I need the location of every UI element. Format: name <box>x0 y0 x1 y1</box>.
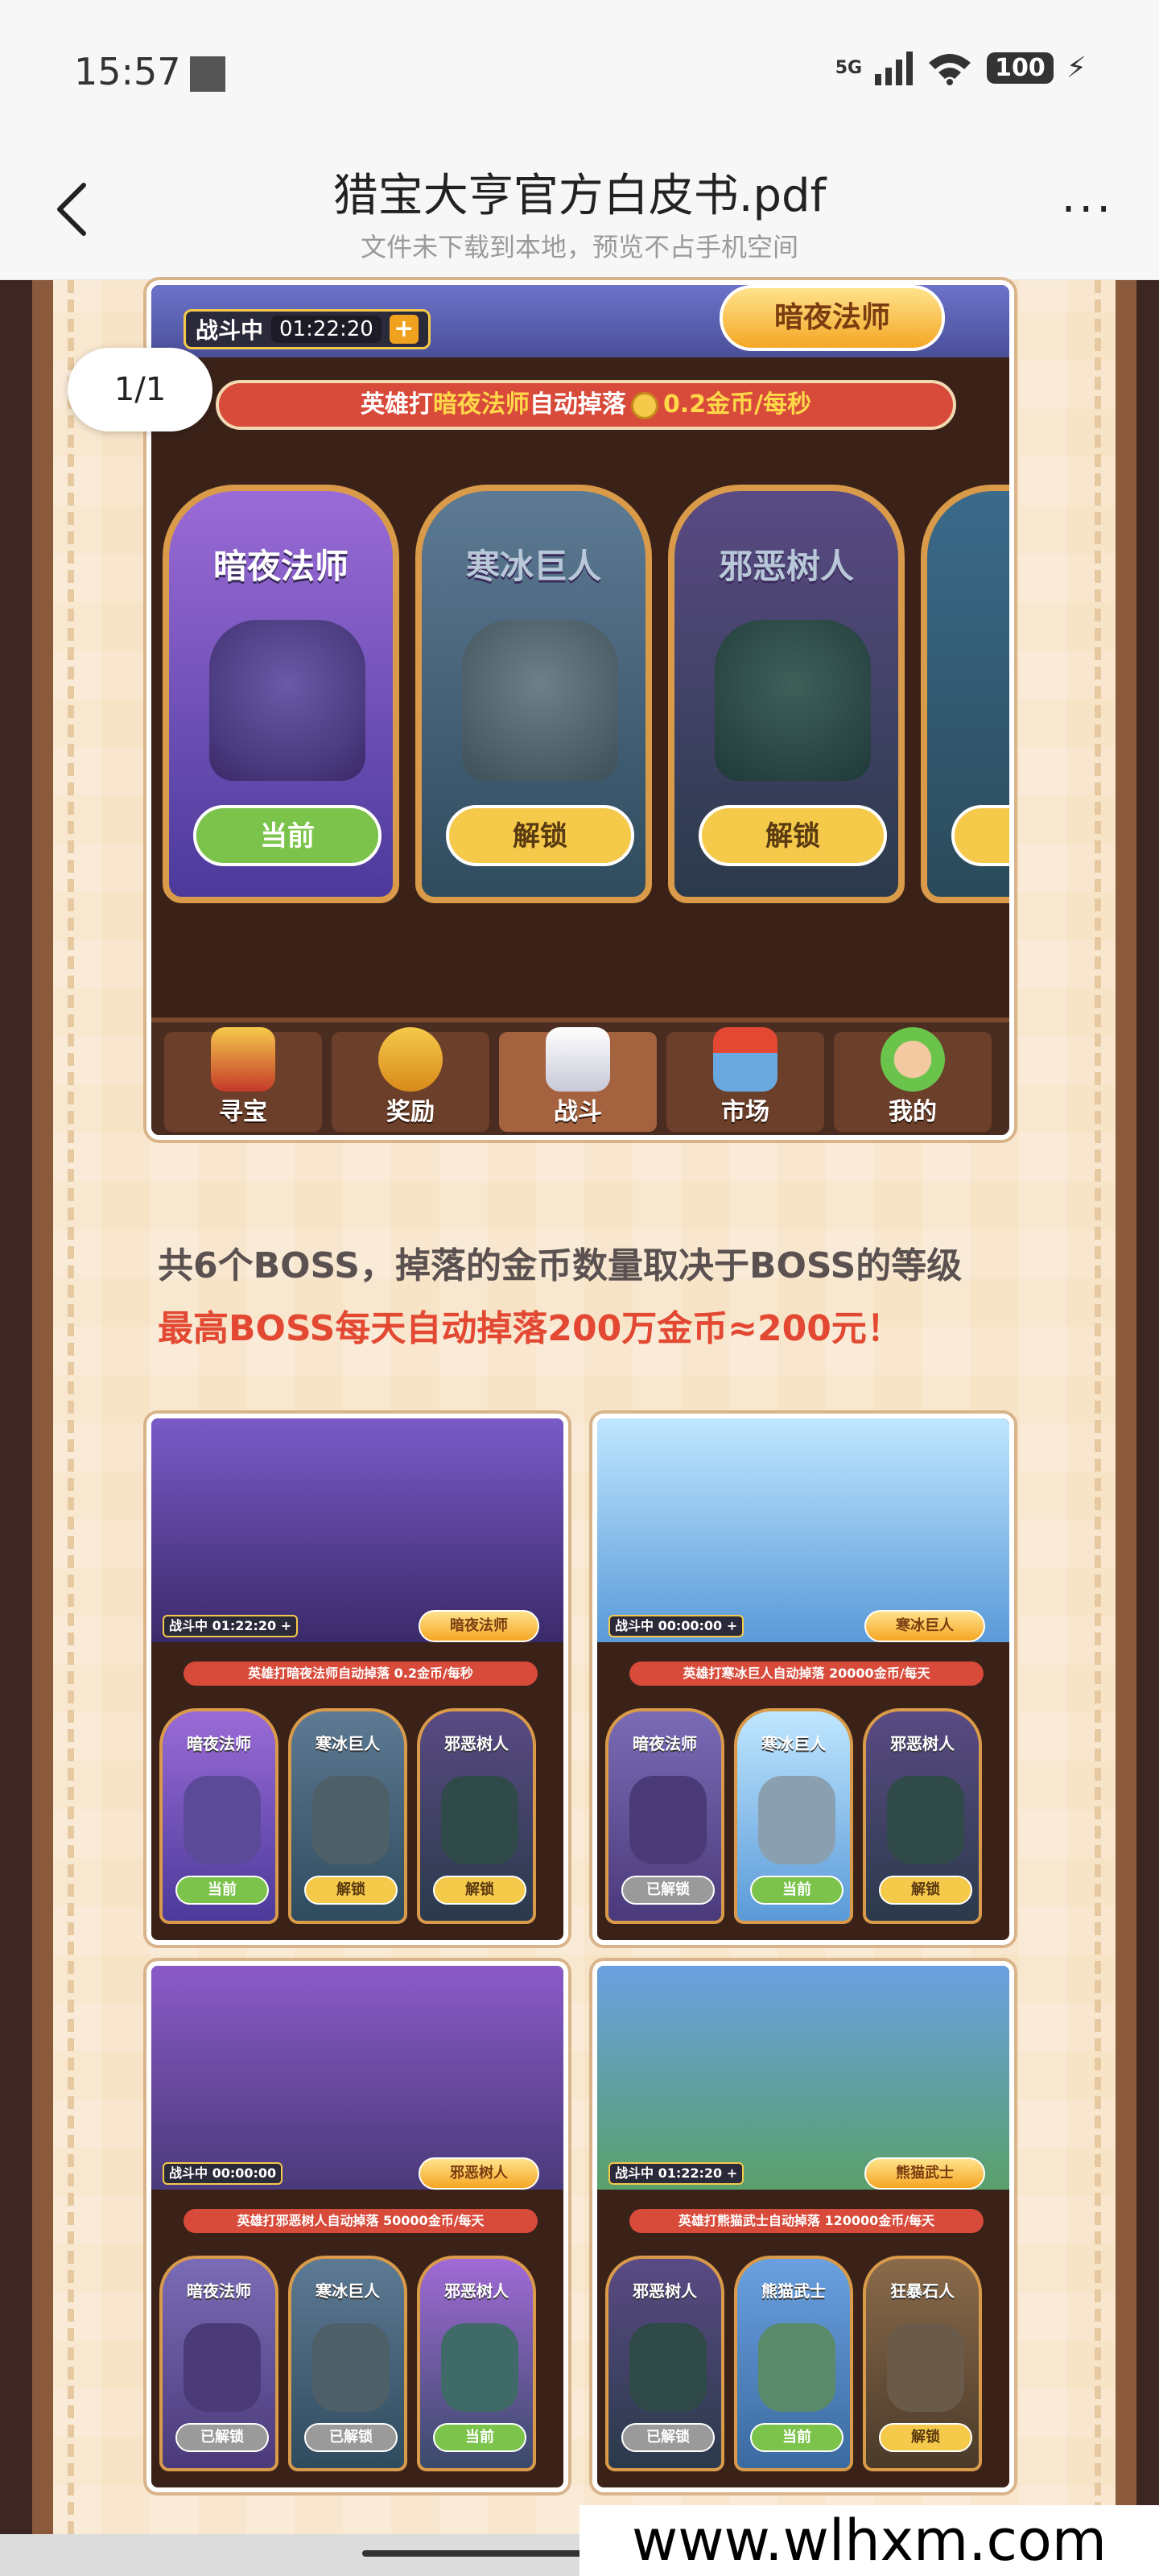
coin-icon <box>630 391 658 419</box>
boss-screenshot: 战斗中 00:00:00 邪恶树人 英雄打邪恶树人自动掉落 50000金币/每天… <box>146 1961 568 2492</box>
boss-info-text: 共6个BOSS，掉落的金币数量取决于BOSS的等级 <box>158 1245 963 1286</box>
unlock-button[interactable]: 解锁 <box>446 805 634 866</box>
nav-reward[interactable]: 奖励 <box>332 1027 489 1132</box>
boss-card: 熊猫武士 当前 <box>734 2256 853 2471</box>
watermark-text: www.wlhxm.com <box>580 2505 1159 2576</box>
bolt-icon: ⚡ <box>1066 51 1087 85</box>
document-title: 猎宝大亨官方白皮书.pdf <box>332 170 827 222</box>
battle-scene-image <box>151 1418 563 1642</box>
battle-timer: 01:22:20 <box>271 316 382 343</box>
battery-level: 100 <box>987 52 1054 84</box>
unlock-button[interactable] <box>951 805 1009 866</box>
boss-card: 邪恶树人 解锁 <box>417 1708 536 1924</box>
more-options-icon[interactable]: ··· <box>1062 184 1114 236</box>
status-indicators: 5G 100 ⚡ <box>835 50 1087 85</box>
tree-ent-image <box>715 620 871 781</box>
boss-card: 寒冰巨人 解锁 <box>288 1708 407 1924</box>
unlock-button[interactable]: 解锁 <box>699 805 887 866</box>
boss-screenshot: 战斗中 00:00:00 + 寒冰巨人 英雄打寒冰巨人自动掉落 20000金币/… <box>592 1414 1014 1945</box>
boss-card <box>921 485 1009 903</box>
ice-giant-image <box>462 620 618 781</box>
boss-card: 寒冰巨人 已解锁 <box>288 2256 407 2471</box>
battle-scene-image <box>151 1966 563 2190</box>
battle-scene-image <box>597 1966 1009 2190</box>
document-subtitle: 文件未下载到本地，预览不占手机空间 <box>360 232 798 262</box>
boss-card: 暗夜法师 当前 <box>159 1708 278 1924</box>
home-indicator[interactable] <box>362 2550 588 2557</box>
drop-banner: 英雄打暗夜法师自动掉落 0.2金币/每秒 <box>216 380 956 430</box>
boss-card: 狂暴石人 解锁 <box>863 2256 982 2471</box>
current-boss-label: 暗夜法师 <box>720 285 945 351</box>
game-navbar: 寻宝 奖励 战斗 市场 我的 <box>151 1018 1009 1135</box>
boss-card: 暗夜法师 当前 <box>163 485 399 903</box>
nav-treasure[interactable]: 寻宝 <box>164 1027 322 1132</box>
boss-card: 寒冰巨人 解锁 <box>415 485 652 903</box>
owl-mage-image <box>209 620 365 781</box>
boss-card: 暗夜法师 已解锁 <box>605 1708 724 1924</box>
boss-card: 寒冰巨人 当前 <box>734 1708 853 1924</box>
money-bag-icon <box>378 1027 443 1092</box>
chest-icon <box>211 1027 275 1092</box>
nav-profile[interactable]: 我的 <box>834 1027 992 1132</box>
shop-icon <box>713 1027 777 1092</box>
boss-card-row: 暗夜法师 当前 寒冰巨人 解锁 邪恶树人 解锁 <box>163 485 1009 919</box>
wifi-icon <box>929 54 971 85</box>
boss-highlight-text: 最高BOSS每天自动掉落200万金币≈200元！ <box>158 1308 902 1349</box>
boss-screenshot: 战斗中 01:22:20 + 暗夜法师 英雄打暗夜法师自动掉落 0.2金币/每秒… <box>146 1414 568 1945</box>
avatar-icon <box>881 1027 945 1092</box>
page-indicator: 1/1 <box>68 348 212 431</box>
battle-scene-image <box>597 1418 1009 1642</box>
status-time: 15:57 <box>74 50 181 93</box>
boss-screenshot: 战斗中 01:22:20 + 熊猫武士 英雄打熊猫武士自动掉落 120000金币… <box>592 1961 1014 2492</box>
current-button: 当前 <box>193 805 382 866</box>
battle-status: 战斗中 01:22:20 + <box>184 309 431 349</box>
boss-card: 暗夜法师 已解锁 <box>159 2256 278 2471</box>
app-header: 猎宝大亨官方白皮书.pdf 文件未下载到本地，预览不占手机空间 ··· <box>0 145 1159 280</box>
boss-card: 邪恶树人 当前 <box>417 2256 536 2471</box>
signal-icon <box>875 50 914 85</box>
boss-card: 邪恶树人 已解锁 <box>605 2256 724 2471</box>
boss-card: 邪恶树人 解锁 <box>668 485 905 903</box>
boss-card: 邪恶树人 解锁 <box>863 1708 982 1924</box>
status-bar: 15:57 5G 100 ⚡ <box>0 0 1159 145</box>
nav-battle[interactable]: 战斗 <box>499 1027 657 1132</box>
nav-market[interactable]: 市场 <box>666 1027 824 1132</box>
plus-icon: + <box>389 315 419 344</box>
notification-icon <box>190 56 225 92</box>
crossed-swords-icon <box>546 1027 610 1092</box>
network-type: 5G <box>835 57 863 78</box>
game-screenshot: 战斗中 01:22:20 + 暗夜法师 英雄打暗夜法师自动掉落 0.2金币/每秒 … <box>146 280 1014 1140</box>
